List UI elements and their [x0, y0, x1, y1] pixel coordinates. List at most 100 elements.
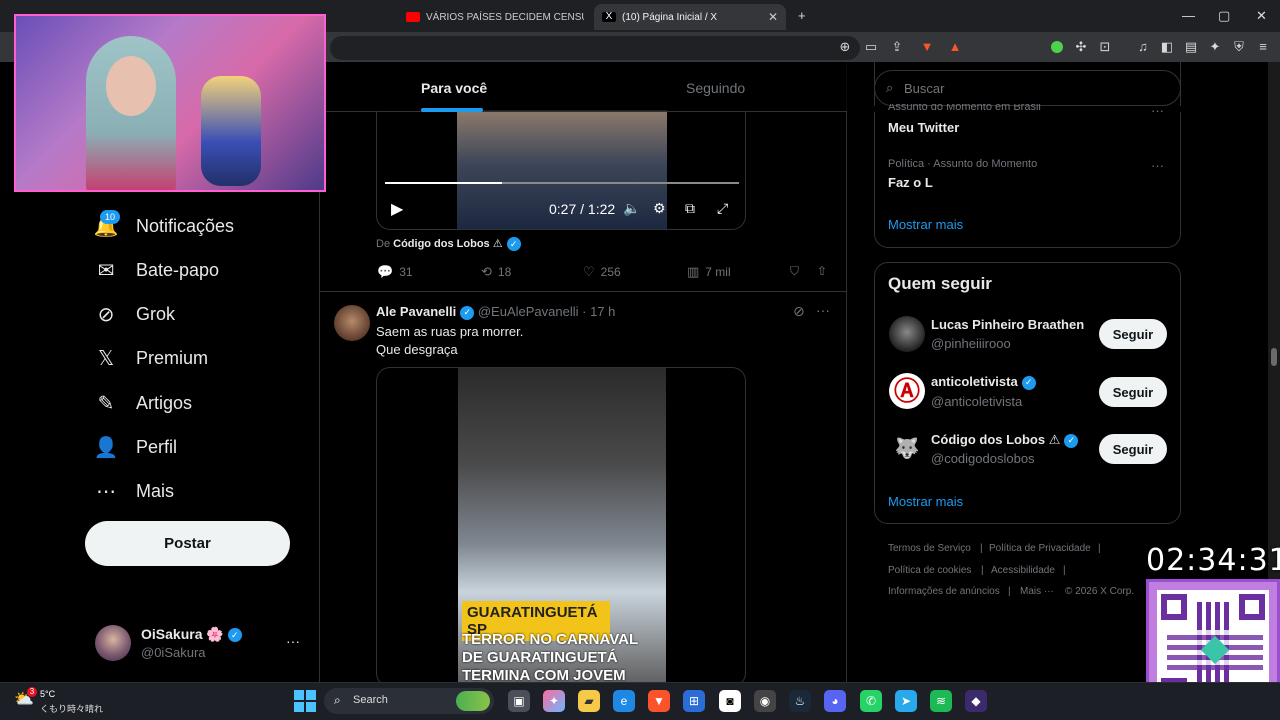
cast-icon[interactable]: ▭ — [862, 38, 880, 56]
spotify-icon[interactable]: ≋ — [930, 690, 952, 712]
more-icon[interactable]: ··· — [1151, 158, 1164, 173]
footer-link[interactable]: Política de cookies — [888, 565, 971, 576]
scrollbar-thumb[interactable] — [1271, 348, 1277, 366]
reply-button[interactable]: 💬 31 — [377, 264, 413, 280]
account-more-icon[interactable]: ··· — [286, 633, 300, 649]
screenshot-icon[interactable]: ⊡ — [1096, 38, 1114, 56]
follow-button[interactable]: Seguir — [1099, 319, 1167, 349]
maximize-button[interactable]: ▢ — [1218, 8, 1230, 24]
footer-link[interactable]: Política de Privacidade — [989, 543, 1091, 554]
anarchy-logo-icon[interactable]: Ⓐ — [889, 373, 925, 409]
media-icon[interactable]: ♫ — [1134, 38, 1152, 56]
share-icon[interactable]: ⇪ — [888, 38, 906, 56]
fullscreen-icon[interactable]: ⤢ — [717, 200, 728, 217]
pip-icon[interactable]: ⧉ — [685, 200, 695, 217]
windows-taskbar — [0, 682, 1280, 720]
taskbar-search[interactable]: ⌕ Search — [324, 688, 494, 714]
nav-profile[interactable]: 👤 Perfil — [94, 432, 177, 462]
trend-title[interactable]: Meu Twitter — [888, 120, 959, 135]
obs-icon[interactable]: ◉ — [754, 690, 776, 712]
wolf-logo-icon[interactable]: 🐺 — [889, 431, 925, 467]
play-icon[interactable]: ▶ — [391, 199, 403, 219]
steam-icon[interactable]: ♨ — [789, 690, 811, 712]
vpn-icon[interactable]: ⛨ — [1230, 38, 1248, 56]
post-button[interactable]: Postar — [85, 521, 290, 566]
more-icon[interactable]: ··· — [1151, 103, 1164, 118]
footer-link[interactable]: Termos de Serviço — [888, 543, 971, 554]
app-icon[interactable]: ◆ — [965, 690, 987, 712]
brave-icon[interactable]: ▼ — [648, 690, 670, 712]
suggested-name[interactable]: Lucas Pinheiro Braathen — [931, 317, 1084, 332]
retweet-icon: ⟲ — [481, 264, 492, 279]
footer-link[interactable]: Informações de anúncios — [888, 586, 1000, 597]
follow-button[interactable]: Seguir — [1099, 377, 1167, 407]
author-name[interactable]: Ale Pavanelli — [376, 304, 456, 319]
more-icon[interactable]: ··· — [816, 302, 830, 318]
account-name[interactable]: OiSakura 🌸 ✓ — [141, 626, 242, 643]
wallet-icon[interactable]: ▤ — [1182, 38, 1200, 56]
show-more-follow[interactable]: Mostrar mais — [888, 494, 963, 509]
trend-context: Política · Assunto do Momento — [888, 158, 1038, 170]
suggested-name[interactable]: anticoletivista ✓ — [931, 374, 1036, 390]
share-icon[interactable]: ⇧ — [817, 264, 827, 278]
start-icon[interactable] — [294, 690, 316, 712]
copilot-icon[interactable]: ✦ — [543, 690, 565, 712]
nav-more[interactable]: ⋯ Mais — [94, 476, 174, 506]
leo-icon[interactable]: ✦ — [1206, 38, 1224, 56]
avatar[interactable] — [95, 625, 131, 661]
extensions-icon[interactable]: ✣ — [1072, 38, 1090, 56]
task-view-icon[interactable]: ▣ — [508, 690, 530, 712]
video-source[interactable]: De Código dos Lobos ⚠ ✓ — [376, 237, 521, 252]
bookmark-icon[interactable]: ⛉ — [790, 264, 799, 279]
whatsapp-icon[interactable]: ✆ — [860, 690, 882, 712]
sidebar-icon[interactable]: ◧ — [1158, 38, 1176, 56]
suggested-handle: @anticoletivista — [931, 394, 1023, 409]
taskbar-search-label: Search — [353, 694, 388, 706]
nav-chat[interactable]: ✉ Bate-papo — [94, 255, 219, 285]
retweet-button[interactable]: ⟲ 18 — [481, 264, 511, 280]
tweet-time[interactable]: · 17 h — [582, 304, 615, 319]
file-explorer-icon[interactable]: ▰ — [578, 690, 600, 712]
edge-icon[interactable]: e — [613, 690, 635, 712]
minimize-button[interactable]: — — [1182, 8, 1195, 23]
menu-icon[interactable]: ≡ — [1254, 38, 1272, 56]
nav-premium[interactable]: 𝕏 Premium — [94, 343, 208, 373]
new-tab-button[interactable]: + — [798, 8, 806, 23]
nav-grok[interactable]: ⊘ Grok — [94, 299, 175, 329]
close-tab-icon[interactable]: ✕ — [768, 10, 778, 24]
brave-shield-icon[interactable]: ▼ — [918, 38, 936, 56]
tweet-media[interactable]: GUARATINGUETÁ SP TERROR NO CARNAVAL DE G… — [376, 367, 746, 687]
suggested-name[interactable]: Código dos Lobos ⚠ ✓ — [931, 432, 1079, 448]
volume-icon[interactable]: 🔈 — [623, 200, 640, 217]
avatar[interactable] — [334, 305, 370, 341]
weather-temp[interactable]: 5°C — [40, 689, 55, 699]
zoom-icon[interactable]: ⊕ — [836, 38, 854, 56]
address-bar[interactable] — [330, 36, 860, 60]
telegram-icon[interactable]: ➤ — [895, 690, 917, 712]
nav-articles[interactable]: ✎ Artigos — [94, 388, 192, 418]
video-progress-track[interactable] — [385, 182, 739, 184]
close-window-button[interactable]: ✕ — [1256, 8, 1267, 24]
tab-following[interactable]: Seguindo — [686, 80, 745, 96]
settings-gear-icon[interactable]: ⚙ — [653, 200, 666, 217]
footer-link[interactable]: Mais ··· — [1020, 586, 1054, 597]
browser-tab[interactable]: VÁRIOS PAÍSES DECIDEM CENSURAR — [398, 4, 584, 30]
avatar[interactable] — [889, 316, 925, 352]
tweet-video[interactable]: ▶ 0:27 / 1:22 🔈 ⚙ ⧉ ⤢ — [376, 110, 746, 230]
grok-icon[interactable]: ⊘ — [793, 303, 805, 320]
author-handle[interactable]: @EuAlePavanelli — [478, 304, 579, 319]
extension-status-icon[interactable] — [1048, 38, 1066, 56]
store-icon[interactable]: ⊞ — [683, 690, 705, 712]
capcut-icon[interactable]: ◙ — [719, 690, 741, 712]
tab-for-you[interactable]: Para você — [421, 80, 487, 96]
show-more-trends[interactable]: Mostrar mais — [888, 217, 963, 232]
trend-title[interactable]: Faz o L — [888, 175, 933, 190]
views-button[interactable]: ▥ 7 mil — [687, 264, 731, 280]
brave-rewards-icon[interactable]: ▲ — [946, 38, 964, 56]
footer-link[interactable]: Acessibilidade — [991, 565, 1055, 576]
follow-button[interactable]: Seguir — [1099, 434, 1167, 464]
browser-tab-active[interactable]: X (10) Página Inicial / X ✕ — [594, 4, 786, 30]
discord-icon[interactable]: ◕ — [824, 690, 846, 712]
like-button[interactable]: ♡ 256 — [583, 264, 621, 280]
streamer-face — [106, 56, 156, 116]
